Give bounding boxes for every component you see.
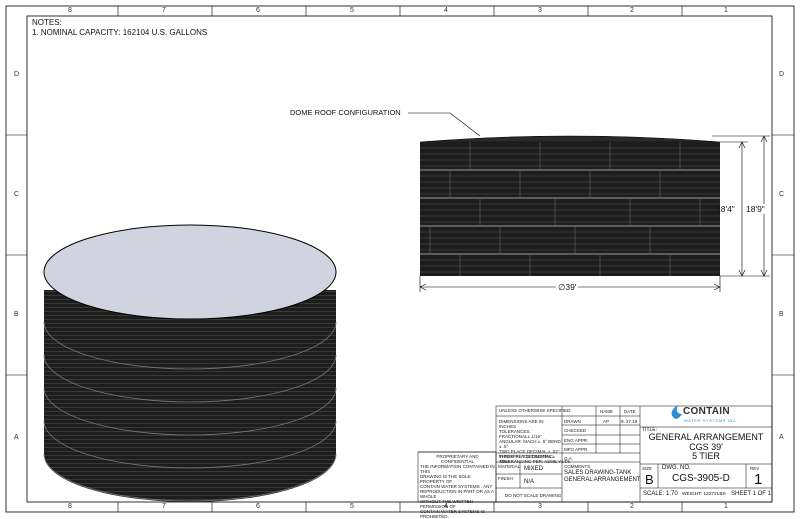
company-name: CONTAIN: [683, 406, 730, 417]
proprietary-line: PROHIBITED.: [420, 514, 449, 519]
comment-line: SALES DRAWING-TANK: [564, 470, 632, 476]
zone-col-3: 3: [538, 503, 542, 510]
zone-col-5: 5: [350, 7, 354, 14]
rev-value: 1: [754, 471, 763, 488]
do-not-scale-note: DO NOT SCALE DRAWING: [505, 493, 562, 498]
notes-block: NOTES: 1. NOMINAL CAPACITY: 162104 U.S. …: [32, 18, 207, 38]
zone-row-d: D: [779, 71, 785, 78]
zone-col-5: 5: [350, 503, 354, 510]
proprietary-line: WITHOUT THE WRITTEN PERMISSION OF: [420, 499, 473, 509]
proprietary-line: THE INFORMATION CONTAINED IN THIS: [420, 464, 495, 474]
proprietary-line: REPRODUCTION IN PART OR AS A WHOLE: [420, 489, 494, 499]
proprietary-header: PROPRIETARY AND CONFIDENTIAL: [436, 454, 479, 464]
zone-col-2: 2: [630, 503, 634, 510]
tolerance-header: UNLESS OTHERWISE SPECIFIED:: [499, 408, 572, 413]
dimension-diameter-text: ∅39': [556, 282, 579, 293]
qa-label: Q.A.: [564, 456, 574, 461]
tank-roof: [43, 224, 337, 320]
finish-value: N/A: [524, 479, 535, 485]
dimension-height-outer-text: 18'9": [746, 204, 765, 214]
zone-col-6: 6: [256, 7, 260, 14]
zone-col-8: 8: [68, 503, 72, 510]
date-column-header: DATE: [624, 409, 636, 414]
drawn-label: DRAWN: [564, 419, 581, 424]
drawn-name: AP: [603, 419, 610, 424]
zone-col-4: 4: [444, 7, 448, 14]
zone-row-b: B: [14, 311, 19, 318]
drawn-date: 9. 27.18: [621, 419, 638, 424]
geometric-tolerancing: INTERPRET GEOMETRIC TOLERANCING PER: ASM…: [499, 454, 570, 464]
zone-row-a: A: [779, 434, 784, 441]
dome-roof-callout: DOME ROOF CONFIGURATION: [290, 108, 401, 117]
zone-row-c: C: [14, 191, 20, 198]
zone-row-c: C: [779, 191, 785, 198]
zone-col-2: 2: [630, 7, 634, 14]
zone-col-6: 6: [256, 503, 260, 510]
zone-col-7: 7: [162, 503, 166, 510]
title-line-3: 5 TIER: [692, 451, 720, 461]
material-label: MATERIAL: [498, 464, 521, 469]
comment-line: GENERAL ARRANGEMENT: [564, 477, 641, 483]
dimension-height-inner-text: 18'4": [716, 204, 735, 214]
tolerance-line: ANGULAR: MACH ± .5° BEND ± .5°: [499, 439, 561, 449]
zone-row-d: D: [14, 71, 20, 78]
elevation-tank-view: [408, 112, 770, 292]
dwg-no-label: DWG. NO.: [662, 465, 691, 471]
company-subtitle: WATER SYSTEMS INC.: [684, 418, 739, 423]
notes-heading: NOTES:: [32, 18, 62, 27]
eng-approval-label: ENG APPR.: [564, 438, 589, 443]
tank-wall: [44, 290, 336, 502]
name-column-header: NAME: [600, 409, 614, 414]
finish-label: FINISH: [498, 476, 513, 481]
proprietary-notice: PROPRIETARY AND CONFIDENTIAL THE INFORMA…: [420, 454, 495, 519]
zone-col-7: 7: [162, 7, 166, 14]
zone-col-1: 1: [724, 7, 728, 14]
dome-roof: [419, 135, 721, 143]
material-value: MIXED: [524, 466, 544, 472]
zone-col-3: 3: [538, 7, 542, 14]
callout-leader: [449, 112, 481, 137]
comments-label: COMMENTS:: [564, 464, 592, 469]
size-value: B: [645, 472, 654, 487]
drawing-title: GENERAL ARRANGEMENT CGS 39' 5 TIER: [640, 432, 772, 462]
zone-col-8: 8: [68, 7, 72, 14]
isometric-tank-view: [43, 224, 337, 502]
tolerance-line: DIMENSIONS ARE IN INCHES: [499, 419, 544, 429]
dwg-no-value: CGS-3905-D: [672, 473, 730, 484]
size-label: SIZE: [642, 466, 653, 471]
zone-row-b: B: [779, 311, 784, 318]
proprietary-line: DRAWING IS THE SOLE PROPERTY OF: [420, 474, 471, 484]
zone-row-a: A: [14, 434, 19, 441]
note-capacity: 1. NOMINAL CAPACITY: 162104 U.S. GALLONS: [32, 28, 208, 37]
contain-logo-icon: [671, 405, 682, 419]
checked-label: CHECKED: [564, 428, 587, 433]
tank-body: [420, 142, 720, 276]
zone-col-1: 1: [724, 503, 728, 510]
comments-text: SALES DRAWING-TANK GENERAL ARRANGEMENT: [564, 470, 640, 484]
weight-text: WEIGHT: 12272LBS: [682, 492, 726, 497]
mfg-approval-label: MFG APPR.: [564, 447, 589, 452]
sheet-text: SHEET 1 OF 1: [731, 491, 771, 497]
scale-text: SCALE: 1:70: [643, 491, 678, 497]
